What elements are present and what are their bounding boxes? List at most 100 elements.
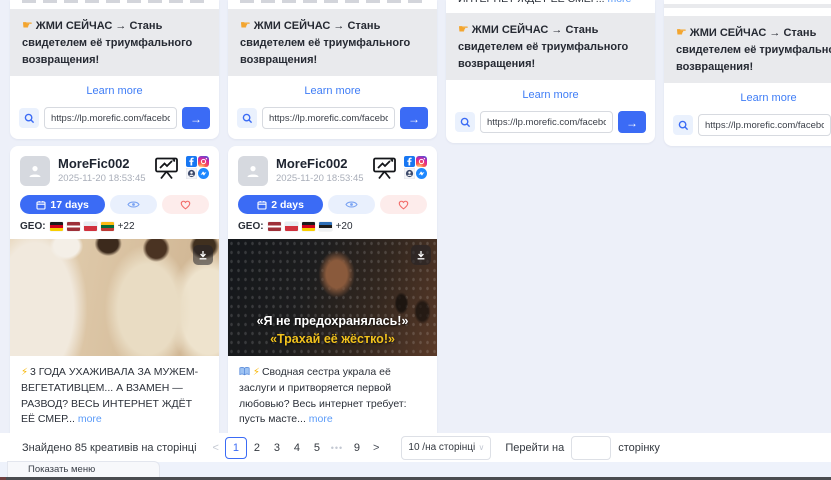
favorite-button[interactable] — [380, 195, 427, 214]
geo-more-count[interactable]: +22 — [118, 221, 135, 232]
instagram-icon[interactable] — [416, 156, 427, 167]
profile-name[interactable]: MoreFic002 — [276, 156, 371, 171]
instagram-icon[interactable] — [198, 156, 209, 167]
geo-row: GEO: +22 — [10, 214, 219, 237]
messenger-icon[interactable] — [198, 168, 209, 179]
prev-page-button[interactable]: < — [207, 442, 225, 454]
overlay-line-2: «Трахай её жёстко!» — [228, 330, 437, 348]
avatar — [238, 156, 268, 186]
column-1: ☛ЖМИ СЕЙЧАС → Стань свидетелем её триумф… — [10, 0, 219, 480]
flag-icon — [302, 222, 315, 231]
clipped-text: ИНТЕРНЕТ ЖДЁТ ЕЁ СМЕР... — [458, 0, 605, 5]
creative-card-partial: ☛ЖМИ СЕЙЧАС → Стань свидетелем её триумф… — [10, 0, 219, 139]
search-icon[interactable] — [237, 108, 257, 128]
url-row: → — [10, 100, 219, 139]
presentation-chart-icon[interactable] — [371, 156, 398, 180]
flag-icon — [50, 222, 63, 231]
cutoff-content-dashes — [240, 0, 425, 3]
profile-name[interactable]: MoreFic002 — [58, 156, 153, 171]
column-4: ☛ЖМИ СЕЙЧАС → Стань свидетелем её триумф… — [664, 0, 831, 146]
page-number-4[interactable]: 4 — [287, 438, 307, 458]
card-icons — [371, 156, 427, 180]
days-label: 17 days — [50, 199, 89, 211]
chevron-down-icon: ∨ — [479, 443, 485, 452]
profile-badge-icon[interactable] — [404, 168, 415, 179]
creative-text: ⚡Сводная сестра украла её заслуги и прит… — [228, 356, 437, 436]
download-image-icon[interactable] — [193, 245, 213, 265]
search-icon[interactable] — [455, 112, 475, 132]
creative-card: MoreFic002 2025-11-20 18:53:45 17 days — [10, 146, 219, 480]
profile-badge-icon[interactable] — [186, 168, 197, 179]
geo-more-count[interactable]: +20 — [336, 221, 353, 232]
geo-label: GEO: — [20, 221, 46, 232]
landing-url-input[interactable] — [262, 107, 395, 129]
facebook-icon[interactable] — [404, 156, 415, 167]
flag-icon — [67, 222, 80, 231]
cutoff-content-sliver — [664, 4, 831, 8]
show-menu-button[interactable]: Показать меню — [7, 461, 160, 477]
calendar-icon — [36, 200, 46, 210]
more-link[interactable]: more — [78, 413, 102, 425]
more-link[interactable]: more — [309, 413, 333, 425]
image-overlay-text: «Я не предохранялась!» «Трахай её жёстко… — [228, 312, 437, 348]
goto-page-input[interactable] — [571, 436, 611, 460]
avatar — [20, 156, 50, 186]
geo-label: GEO: — [238, 221, 264, 232]
ad-headline: ☛ЖМИ СЕЙЧАС → Стань свидетелем её триумф… — [664, 16, 831, 83]
profile-row: MoreFic002 2025-11-20 18:53:45 — [228, 146, 437, 186]
creative-card-partial: ☛ЖМИ СЕЙЧАС → Стань свидетелем её триумф… — [228, 0, 437, 139]
per-page-select[interactable]: 10 /на сторінці ∨ — [401, 436, 491, 460]
open-url-button[interactable]: → — [618, 111, 646, 133]
learn-more-link[interactable]: Learn more — [10, 76, 219, 100]
search-icon[interactable] — [19, 108, 39, 128]
eye-icon — [345, 200, 358, 209]
page-number-2[interactable]: 2 — [247, 438, 267, 458]
learn-more-link[interactable]: Learn more — [664, 83, 831, 107]
flag-icon — [319, 222, 332, 231]
messenger-icon[interactable] — [416, 168, 427, 179]
heart-icon — [180, 200, 191, 210]
flag-icon — [268, 222, 281, 231]
facebook-icon[interactable] — [186, 156, 197, 167]
ad-spy-creatives-page: ☛ЖМИ СЕЙЧАС → Стань свидетелем её триумф… — [0, 0, 831, 480]
landing-url-input[interactable] — [480, 111, 613, 133]
ad-headline: ☛ЖМИ СЕЙЧАС → Стань свидетелем её триумф… — [228, 9, 437, 76]
profile-datetime: 2025-11-20 18:53:45 — [58, 173, 153, 184]
per-page-value: 10 /на сторінці — [408, 442, 475, 453]
learn-more-link[interactable]: Learn more — [228, 76, 437, 100]
landing-url-input[interactable] — [44, 107, 177, 129]
days-active-button[interactable]: 2 days — [238, 195, 323, 214]
card-icons — [153, 156, 209, 180]
page-number-3[interactable]: 3 — [267, 438, 287, 458]
url-row: → — [446, 104, 655, 143]
pointing-hand-icon: ☛ — [458, 22, 469, 36]
landing-url-input[interactable] — [698, 114, 831, 136]
url-row: → — [664, 107, 831, 146]
creative-image[interactable] — [10, 239, 219, 356]
profile-row: MoreFic002 2025-11-20 18:53:45 — [10, 146, 219, 186]
open-url-button[interactable]: → — [182, 107, 210, 129]
pointing-hand-icon: ☛ — [240, 18, 251, 32]
open-url-button[interactable]: → — [400, 107, 428, 129]
days-active-button[interactable]: 17 days — [20, 195, 105, 214]
creative-image[interactable]: «Я не предохранялась!» «Трахай её жёстко… — [228, 239, 437, 356]
page-number-5[interactable]: 5 — [307, 438, 327, 458]
creative-text-content: 3 ГОДА УХАЖИВАЛА ЗА МУЖЕМ-ВЕГЕТАТИВЦЕМ..… — [21, 366, 198, 425]
heart-icon — [398, 200, 409, 210]
views-button[interactable] — [110, 195, 157, 214]
more-link[interactable]: more — [607, 0, 631, 5]
cutoff-content-dashes — [22, 0, 207, 3]
download-image-icon[interactable] — [411, 245, 431, 265]
learn-more-link[interactable]: Learn more — [446, 80, 655, 104]
page-number-9[interactable]: 9 — [347, 438, 367, 458]
views-button[interactable] — [328, 195, 375, 214]
favorite-button[interactable] — [162, 195, 209, 214]
actions-row: 2 days — [228, 186, 437, 214]
social-icons — [186, 156, 209, 179]
page-number-1[interactable]: 1 — [225, 437, 247, 459]
eye-icon — [127, 200, 140, 209]
search-icon[interactable] — [673, 115, 693, 135]
next-page-button[interactable]: > — [367, 442, 385, 454]
presentation-chart-icon[interactable] — [153, 156, 180, 180]
page-ellipsis[interactable]: ••• — [327, 438, 347, 458]
